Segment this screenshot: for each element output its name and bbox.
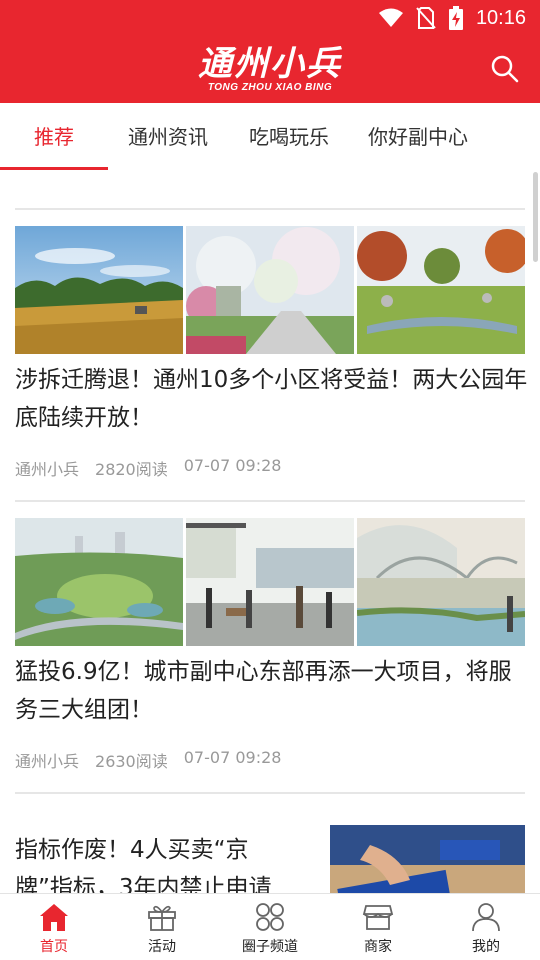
nav-profile[interactable]: 我的 [432, 894, 540, 960]
logo-text: 通州小兵 [198, 45, 342, 83]
clock: 10:16 [475, 6, 526, 29]
scrollbar[interactable] [533, 172, 538, 262]
store-icon [362, 905, 394, 930]
article-meta: 通州小兵 2820阅读 07-07 09:28 [15, 456, 281, 480]
user-icon [472, 903, 500, 932]
news-feed[interactable]: 涉拆迁腾退！通州10多个小区将受益！两大公园年底陆续开放！ 通州小兵 2820阅… [0, 171, 540, 893]
nav-merchants-label: 商家 [364, 939, 392, 955]
article-image [186, 226, 354, 354]
logo-subtitle: TONG ZHOU XIAO BING [207, 82, 333, 93]
article-meta: 通州小兵 2630阅读 07-07 09:28 [15, 748, 281, 772]
divider [15, 208, 525, 210]
nav-merchants[interactable]: 商家 [324, 894, 432, 960]
status-bar: 10:16 [0, 0, 540, 38]
article-image [186, 518, 354, 646]
nav-home-label: 首页 [40, 939, 68, 955]
article-title[interactable]: 猛投6.9亿！城市副中心东部再添一大项目，将服务三大组团！ [15, 653, 530, 729]
article-image [330, 825, 525, 893]
nav-profile-label: 我的 [472, 939, 500, 955]
category-tabs: 推荐 通州资讯 吃喝玩乐 你好副中心 [0, 103, 540, 171]
nav-activity-label: 活动 [148, 939, 176, 955]
tab-recommend[interactable]: 推荐 [0, 103, 108, 171]
article-images [15, 518, 525, 646]
tab-sub-center[interactable]: 你好副中心 [358, 103, 478, 171]
article-source: 通州小兵 [15, 752, 80, 771]
nav-activity[interactable]: 活动 [108, 894, 216, 960]
article-reads: 2630阅读 [95, 752, 168, 771]
search-icon [491, 55, 519, 83]
article-source: 通州小兵 [15, 460, 80, 479]
article-item[interactable]: 猛投6.9亿！城市副中心东部再添一大项目，将服务三大组团！ 通州小兵 2630阅… [0, 518, 540, 793]
app-logo: 通州小兵 TONG ZHOU XIAO BING [190, 46, 350, 96]
home-icon [40, 904, 68, 931]
article-item[interactable]: 涉拆迁腾退！通州10多个小区将受益！两大公园年底陆续开放！ 通州小兵 2820阅… [0, 226, 540, 501]
article-item[interactable]: 指标作废！4人买卖“京牌”指标，3年内禁止申请 [0, 825, 540, 893]
status-icons: 10:16 [378, 6, 526, 30]
article-reads: 2820阅读 [95, 460, 168, 479]
article-images [15, 226, 525, 354]
nav-home[interactable]: 首页 [0, 894, 108, 960]
article-time: 07-07 09:28 [183, 456, 282, 475]
wifi-icon [378, 8, 403, 27]
search-button[interactable] [490, 54, 520, 84]
circles-icon [256, 903, 284, 931]
divider [15, 500, 525, 502]
battery-charging-icon [448, 6, 463, 30]
nav-circles[interactable]: 圈子频道 [216, 894, 324, 960]
article-title[interactable]: 涉拆迁腾退！通州10多个小区将受益！两大公园年底陆续开放！ [15, 361, 530, 437]
divider [15, 792, 525, 794]
article-title[interactable]: 指标作废！4人买卖“京牌”指标，3年内禁止申请 [15, 831, 305, 893]
no-sim-icon [416, 7, 436, 29]
tab-food-fun[interactable]: 吃喝玩乐 [234, 103, 344, 171]
article-image [357, 518, 525, 646]
active-tab-indicator [0, 167, 108, 170]
article-time: 07-07 09:28 [183, 748, 282, 767]
article-image [357, 226, 525, 354]
bottom-navigation: 首页 活动 圈子频道 商家 我的 [0, 893, 540, 960]
article-image [15, 518, 183, 646]
app-header: 通州小兵 TONG ZHOU XIAO BING [0, 38, 540, 103]
gift-icon [148, 905, 176, 931]
article-image [15, 226, 183, 354]
tab-tongzhou-news[interactable]: 通州资讯 [113, 103, 223, 171]
nav-circles-label: 圈子频道 [242, 939, 298, 955]
